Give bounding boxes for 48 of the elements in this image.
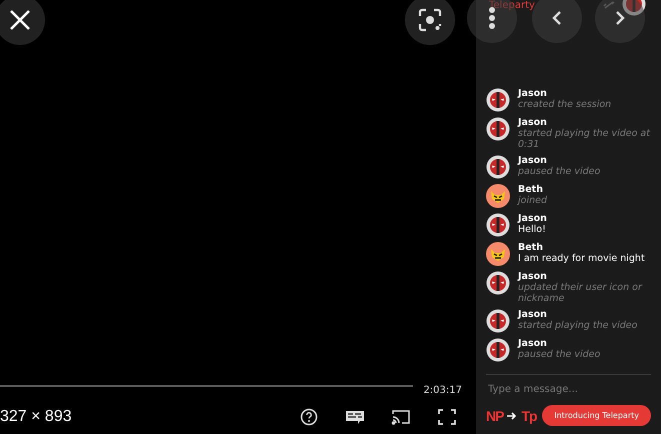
captions-icon [345,409,365,425]
link-icon [603,0,615,10]
chevron-left-icon [552,10,562,26]
mask-avatar-icon [486,117,510,141]
message-text: I am ready for movie night [518,253,645,264]
cast-icon [391,409,411,425]
message-text: Hello! [518,224,547,235]
old-logo: NP [486,408,504,424]
duration-time: 2:03:17 [423,385,462,396]
masked-avatar-icon [486,242,510,266]
chevron-right-icon [615,10,625,26]
event-text: created the session [518,99,612,110]
mask-avatar-icon [486,155,510,179]
dimensions-label: 327 × 893 [0,408,72,426]
close-icon [9,9,31,31]
user-name: Jason [518,271,548,282]
close-button[interactable] [0,0,45,45]
mask-avatar-icon [486,88,510,112]
event-text: started playing the video at 0:31 [518,128,651,150]
event-text: updated their user icon or nickname [518,282,644,304]
arrow-right-icon [507,412,518,420]
event-text: paused the video [518,349,600,360]
user-name: Jason [518,117,548,128]
user-name: Jason [518,213,547,224]
user-name: Beth [518,242,544,253]
user-name: Jason [518,88,548,99]
user-name: Jason [518,338,548,349]
masked-avatar-icon [486,184,510,208]
fullscreen-icon [438,409,456,425]
help-icon [300,408,318,426]
lens-icon [418,8,442,32]
user-name: Jason [518,309,548,320]
introducing-teleparty-button[interactable]: Introducing Teleparty [542,405,651,426]
next-button[interactable] [595,0,645,43]
mask-avatar-icon [486,271,510,295]
event-text: started playing the video [518,320,638,331]
user-name: Jason [518,155,548,166]
mask-avatar-icon [486,309,510,333]
lens-button[interactable] [405,0,455,45]
event-text: paused the video [518,166,600,177]
user-name: Beth [518,184,544,195]
event-text: joined [518,195,547,206]
help-button[interactable] [298,406,320,428]
new-logo: Tp [521,408,537,424]
mask-avatar-icon [486,338,510,362]
mask-avatar-icon [486,213,510,237]
fullscreen-button[interactable] [436,406,458,428]
brand-title: Teleparty [489,0,535,11]
